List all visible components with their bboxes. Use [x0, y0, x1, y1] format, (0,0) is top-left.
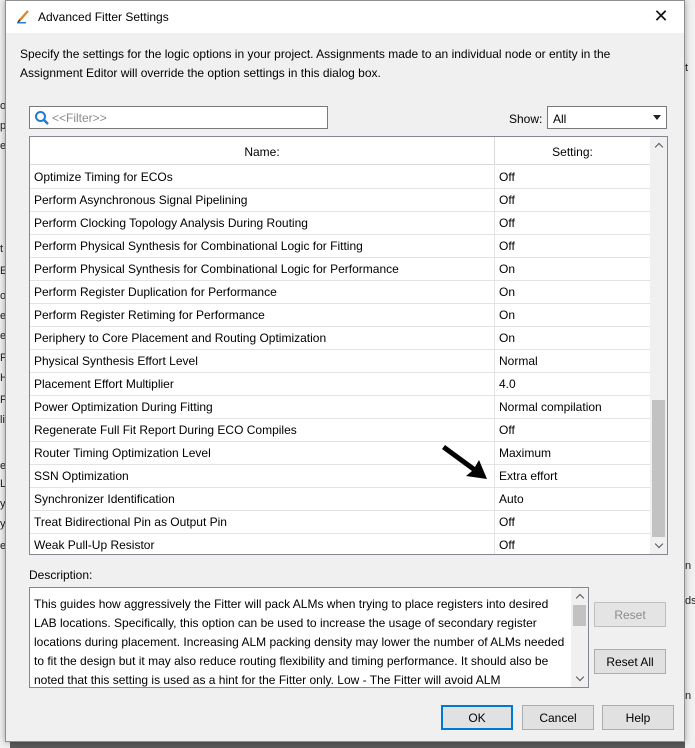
table-row[interactable]: Weak Pull-Up Resistor Off	[30, 534, 650, 554]
option-setting[interactable]: On	[495, 258, 650, 281]
black-arrow-annotation-icon	[442, 445, 487, 479]
table-row[interactable]: Router Timing Optimization Level Maximum	[30, 442, 650, 465]
help-button[interactable]: Help	[602, 705, 674, 730]
chevron-up-icon	[575, 593, 584, 603]
option-name: Perform Register Duplication for Perform…	[30, 281, 495, 304]
description-scrollbar[interactable]	[571, 588, 588, 687]
option-setting[interactable]: Off	[495, 511, 650, 534]
option-name: Power Optimization During Fitting	[30, 396, 495, 419]
option-setting[interactable]: Maximum	[495, 442, 650, 465]
table-row[interactable]: Perform Asynchronous Signal Pipelining Of…	[30, 189, 650, 212]
option-name: Perform Physical Synthesis for Combinati…	[30, 235, 495, 258]
scroll-down-button[interactable]	[650, 537, 667, 554]
chevron-down-icon	[575, 672, 584, 682]
table-row[interactable]: Optimize Timing for ECOs Off	[30, 166, 650, 189]
table-row[interactable]: Treat Bidirectional Pin as Output Pin Off	[30, 511, 650, 534]
table-row[interactable]: Physical Synthesis Effort Level Normal	[30, 350, 650, 373]
option-setting[interactable]: Off	[495, 189, 650, 212]
table-row[interactable]: Perform Physical Synthesis for Combinati…	[30, 235, 650, 258]
option-name: Synchronizer Identification	[30, 488, 495, 511]
description-text: This guides how aggressively the Fitter …	[34, 597, 565, 687]
option-name: Perform Clocking Topology Analysis Durin…	[30, 212, 495, 235]
chevron-up-icon	[654, 142, 663, 152]
option-name: Perform Register Retiming for Performanc…	[30, 304, 495, 327]
column-header-name[interactable]: Name:	[30, 137, 495, 165]
instructions-text: Specify the settings for the logic optio…	[20, 47, 611, 80]
description-label: Description:	[29, 568, 93, 582]
bg-fragment: t	[0, 243, 4, 255]
table-row[interactable]: Perform Register Duplication for Perform…	[30, 281, 650, 304]
title-bar[interactable]: Advanced Fitter Settings ✕	[6, 1, 684, 33]
search-icon	[35, 111, 49, 125]
filter-field[interactable]	[29, 106, 328, 129]
close-button[interactable]: ✕	[638, 1, 684, 32]
option-setting[interactable]: Extra effort	[495, 465, 650, 488]
chevron-down-icon	[654, 539, 663, 549]
option-name: SSN Optimization	[30, 465, 495, 488]
scroll-up-button[interactable]	[571, 588, 588, 605]
filter-input[interactable]	[52, 109, 322, 126]
table-row[interactable]: Power Optimization During Fitting Normal …	[30, 396, 650, 419]
description-box: This guides how aggressively the Fitter …	[29, 587, 589, 688]
logic-options-table: Name: Setting: Optimize Timing for ECOs O…	[29, 136, 668, 555]
option-setting[interactable]: Off	[495, 235, 650, 258]
show-dropdown[interactable]: All	[547, 106, 667, 129]
bg-fragment: n	[685, 560, 692, 572]
settings-pen-icon	[17, 10, 29, 24]
option-setting[interactable]: Auto	[495, 488, 650, 511]
advanced-fitter-settings-dialog: Advanced Fitter Settings ✕ Specify the s…	[5, 0, 685, 742]
bg-fragment: n	[685, 690, 692, 702]
scroll-down-button[interactable]	[571, 670, 588, 687]
option-setting[interactable]: 4.0	[495, 373, 650, 396]
option-name: Optimize Timing for ECOs	[30, 166, 495, 189]
table-row[interactable]: Perform Clocking Topology Analysis Durin…	[30, 212, 650, 235]
table-row[interactable]: Placement Effort Multiplier 4.0	[30, 373, 650, 396]
option-name: Perform Asynchronous Signal Pipelining	[30, 189, 495, 212]
option-setting[interactable]: Off	[495, 534, 650, 554]
cancel-button[interactable]: Cancel	[522, 705, 594, 730]
option-setting[interactable]: On	[495, 281, 650, 304]
chevron-down-icon	[653, 115, 661, 120]
option-setting[interactable]: Normal	[495, 350, 650, 373]
table-scrollbar[interactable]	[650, 137, 667, 554]
table-body: Optimize Timing for ECOs Off Perform Asyn…	[30, 166, 650, 554]
option-setting[interactable]: Off	[495, 419, 650, 442]
table-row[interactable]: Periphery to Core Placement and Routing …	[30, 327, 650, 350]
option-setting[interactable]: Off	[495, 212, 650, 235]
table-row[interactable]: Perform Physical Synthesis for Combinati…	[30, 258, 650, 281]
option-name: Physical Synthesis Effort Level	[30, 350, 495, 373]
option-setting[interactable]: On	[495, 327, 650, 350]
bg-fragment: ds	[685, 595, 695, 607]
option-setting[interactable]: Normal compilation	[495, 396, 650, 419]
reset-all-button[interactable]: Reset All	[594, 649, 666, 674]
show-dropdown-value: All	[553, 112, 567, 126]
option-name: Periphery to Core Placement and Routing …	[30, 327, 495, 350]
scrollbar-thumb[interactable]	[573, 605, 586, 626]
background-window-right: t n ds n	[685, 0, 695, 748]
option-setting[interactable]: Off	[495, 166, 650, 189]
column-header-setting[interactable]: Setting:	[495, 137, 650, 165]
option-name: Router Timing Optimization Level	[30, 442, 495, 465]
table-row[interactable]: Regenerate Full Fit Report During ECO Co…	[30, 419, 650, 442]
bg-fragment: t	[685, 62, 689, 74]
option-name: Perform Physical Synthesis for Combinati…	[30, 258, 495, 281]
close-icon: ✕	[653, 6, 669, 26]
table-row[interactable]: SSN Optimization Extra effort	[30, 465, 650, 488]
option-name: Treat Bidirectional Pin as Output Pin	[30, 511, 495, 534]
reset-button[interactable]: Reset	[594, 602, 666, 627]
ok-button[interactable]: OK	[441, 705, 513, 730]
option-name: Weak Pull-Up Resistor	[30, 534, 495, 554]
scroll-up-button[interactable]	[650, 137, 667, 154]
show-label: Show:	[509, 112, 543, 126]
window-title: Advanced Fitter Settings	[38, 10, 169, 24]
table-row[interactable]: Perform Register Retiming for Performanc…	[30, 304, 650, 327]
table-header: Name: Setting:	[30, 137, 650, 165]
option-name: Placement Effort Multiplier	[30, 373, 495, 396]
table-row[interactable]: Synchronizer Identification Auto	[30, 488, 650, 511]
scrollbar-thumb[interactable]	[652, 400, 665, 537]
option-setting[interactable]: On	[495, 304, 650, 327]
option-name: Regenerate Full Fit Report During ECO Co…	[30, 419, 495, 442]
